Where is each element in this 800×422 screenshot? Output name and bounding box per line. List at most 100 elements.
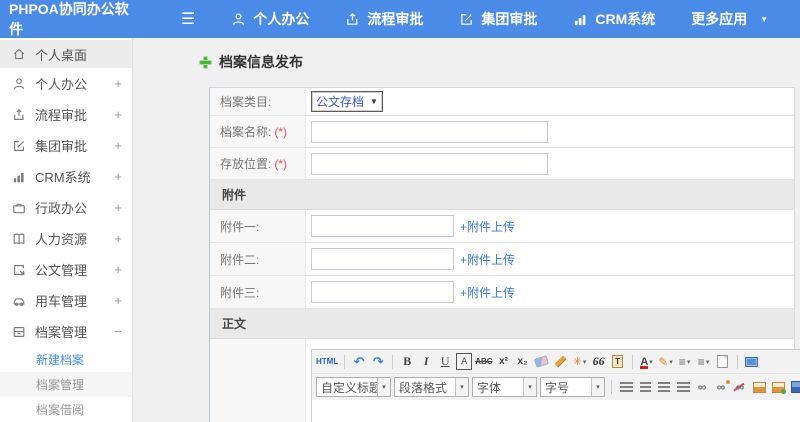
insert-link-button[interactable]: ∞ — [694, 379, 710, 396]
expand-toggle[interactable]: + — [112, 293, 122, 308]
sidebar-item-desktop[interactable]: 个人桌面 — [0, 40, 132, 68]
remove-format-button[interactable] — [533, 353, 550, 370]
collapse-toggle[interactable]: − — [112, 324, 122, 339]
sidebar-item-vehicle-mgmt[interactable]: 用车管理 + — [0, 285, 132, 316]
toolbar-separator — [736, 354, 738, 369]
heading-select[interactable]: 自定义标题 ▾ — [316, 377, 391, 397]
caret-down-icon: ▾ — [523, 378, 536, 396]
sidebar-item-process-approval[interactable]: 流程审批 + — [0, 99, 132, 130]
archive-name-input[interactable] — [311, 120, 548, 143]
insert-image-button[interactable] — [751, 379, 767, 396]
italic-button[interactable]: I — [418, 353, 434, 370]
align-center-button[interactable] — [637, 379, 653, 396]
sidebar-item-label: 用车管理 — [35, 294, 88, 309]
sidebar-item-label: 人力资源 — [35, 232, 88, 247]
strikethrough-button[interactable]: ABC — [475, 353, 492, 370]
attachment1-upload-link[interactable]: +附件上传 — [460, 218, 515, 235]
archive-box-icon — [12, 325, 26, 339]
ordered-list-icon: ≡ — [678, 354, 686, 369]
nav-item-personal-office[interactable]: 个人办公 — [231, 9, 309, 29]
sidebar-item-admin-office[interactable]: 行政办公 + — [0, 192, 132, 223]
align-left-button[interactable] — [618, 379, 634, 396]
nav-item-process-approval[interactable]: 流程审批 — [345, 9, 423, 29]
sidebar-item-group-approval[interactable]: 集团审批 + — [0, 130, 132, 161]
font-color-icon: A — [640, 355, 649, 369]
char-border-button[interactable]: A — [456, 353, 473, 370]
app-window: PHPOA协同办公软件 ☰ 个人办公 流程审批 集团审批 CRM系统 更多应用 … — [0, 0, 800, 422]
editor-canvas[interactable] — [312, 400, 800, 422]
font-size-select[interactable]: 字号 ▾ — [540, 377, 605, 397]
user-icon — [231, 12, 246, 27]
paint-format-button[interactable]: ✳ ▾ — [572, 353, 588, 370]
paste-text-button[interactable]: T — [610, 353, 626, 370]
nav-item-more-apps[interactable]: 更多应用 ▼ — [691, 9, 768, 29]
location-label: 存放位置: (*) — [210, 148, 306, 179]
sidebar-subitem-archive-borrow[interactable]: 档案借阅 — [0, 397, 132, 422]
storage-location-input[interactable] — [311, 152, 548, 175]
unordered-list-button[interactable]: ≡ ▾ — [696, 353, 712, 370]
highlight-color-button[interactable]: ✎ ▾ — [658, 353, 674, 370]
font-family-select[interactable]: 字体 ▾ — [472, 377, 537, 397]
undo-button[interactable]: ↶ — [351, 353, 367, 370]
sidebar-item-crm[interactable]: CRM系统 + — [0, 161, 132, 192]
html-source-button[interactable]: HTML — [316, 353, 338, 370]
font-color-button[interactable]: A ▾ — [639, 353, 655, 370]
hamburger-menu-icon[interactable]: ☰ — [181, 9, 195, 29]
attachment2-input[interactable] — [311, 248, 454, 270]
toolbar-separator — [392, 354, 394, 369]
blockquote-button[interactable]: 66 — [591, 353, 607, 370]
image-add-icon — [771, 381, 786, 394]
expand-toggle[interactable]: + — [112, 169, 122, 184]
expand-toggle[interactable]: + — [112, 262, 122, 277]
expand-toggle[interactable]: + — [112, 107, 122, 122]
align-right-icon — [658, 381, 670, 393]
align-justify-button[interactable] — [675, 379, 691, 396]
eraser-icon — [533, 355, 550, 368]
insert-media-button[interactable] — [789, 379, 800, 396]
required-mark: (*) — [274, 124, 288, 139]
sidebar-item-archive-mgmt[interactable]: 档案管理 − — [0, 316, 132, 347]
process-share-icon — [345, 12, 360, 27]
caret-down-icon: ▾ — [649, 358, 653, 366]
green-plus-icon — [200, 56, 211, 68]
attachment3-label: 附件三: — [210, 276, 306, 308]
ordered-list-button[interactable]: ≡ ▾ — [677, 353, 693, 370]
attachment3-input[interactable] — [311, 281, 454, 303]
sidebar-item-document-mgmt[interactable]: 公文管理 + — [0, 254, 132, 285]
new-page-button[interactable] — [715, 353, 731, 370]
expand-toggle[interactable]: + — [112, 76, 122, 91]
attachment3-upload-link[interactable]: +附件上传 — [460, 284, 515, 301]
car-icon — [12, 294, 26, 308]
attachment2-upload-link[interactable]: +附件上传 — [460, 251, 515, 268]
subscript-button[interactable]: x₂ — [515, 353, 531, 370]
attachment1-input[interactable] — [311, 215, 454, 237]
unlink-button[interactable]: ∞ — [713, 379, 730, 396]
user-icon — [12, 77, 26, 91]
bold-button[interactable]: B — [399, 353, 415, 370]
expand-toggle[interactable]: + — [112, 138, 122, 153]
expand-toggle[interactable]: + — [112, 231, 122, 246]
superscript-button[interactable]: x² — [496, 353, 512, 370]
quick-format-button[interactable] — [553, 353, 569, 370]
nav-item-crm[interactable]: CRM系统 — [573, 9, 655, 29]
sidebar-subitem-new-archive[interactable]: 新建档案 — [0, 347, 132, 372]
sidebar-subitem-archive-mgmt[interactable]: 档案管理 — [0, 372, 132, 397]
caret-down-icon: ▼ — [760, 14, 769, 24]
top-bar: PHPOA协同办公软件 ☰ 个人办公 流程审批 集团审批 CRM系统 更多应用 … — [0, 0, 800, 38]
sidebar-item-label: 流程审批 — [35, 108, 88, 123]
expand-toggle[interactable]: + — [112, 200, 122, 215]
nav-label: CRM系统 — [595, 11, 656, 27]
upload-image-button[interactable] — [770, 379, 786, 396]
sidebar-item-hr[interactable]: 人力资源 + — [0, 223, 132, 254]
paragraph-format-select[interactable]: 段落格式 ▾ — [394, 377, 469, 397]
underline-button[interactable]: U — [437, 353, 453, 370]
category-select[interactable]: 公文存档 ▼ — [311, 91, 383, 112]
anchor-button[interactable]: ∞ — [732, 379, 748, 396]
sidebar-item-label: 行政办公 — [35, 201, 88, 216]
fullscreen-button[interactable] — [744, 353, 760, 370]
redo-button[interactable]: ↷ — [370, 353, 386, 370]
align-right-button[interactable] — [656, 379, 672, 396]
editor-toolbar-row1: HTML ↶ ↷ B I U A ABC x² x₂ ✳ ▾ 66 T A ▾ … — [312, 350, 800, 374]
sidebar-item-personal-office[interactable]: 个人办公 + — [0, 68, 132, 99]
nav-item-group-approval[interactable]: 集团审批 — [459, 9, 537, 29]
